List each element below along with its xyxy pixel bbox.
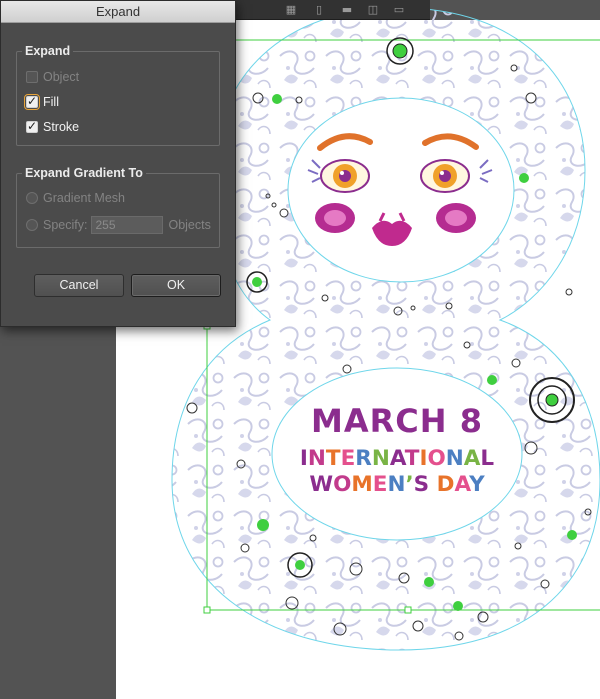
- top-toolbar: ▦ ▯ ▬ ◫ ▭: [236, 0, 430, 20]
- page-icon[interactable]: ▯: [312, 3, 326, 16]
- gradient-mesh-option: Gradient Mesh: [26, 191, 125, 205]
- gradient-group: [16, 173, 220, 248]
- face-oval[interactable]: [287, 97, 515, 283]
- gradient-mesh-radio: [26, 192, 38, 204]
- cancel-button[interactable]: Cancel: [34, 274, 124, 297]
- specify-option: Specify: 255 Objects: [26, 216, 211, 234]
- trash-icon[interactable]: ▭: [392, 3, 406, 16]
- stroke-label[interactable]: Stroke: [43, 120, 79, 134]
- specify-radio: [26, 219, 38, 231]
- object-option: Object: [26, 70, 79, 84]
- grid-icon[interactable]: ▦: [284, 3, 298, 16]
- fill-option[interactable]: Fill: [24, 94, 59, 110]
- specify-label: Specify:: [43, 218, 88, 232]
- gradient-mesh-label: Gradient Mesh: [43, 191, 125, 205]
- specify-objects-input: 255: [91, 216, 164, 234]
- layers-icon[interactable]: ◫: [366, 3, 380, 16]
- ok-button[interactable]: OK: [131, 274, 221, 297]
- headline-line1: MARCH 8: [311, 402, 483, 440]
- stroke-checkbox[interactable]: [26, 119, 38, 133]
- stroke-option[interactable]: Stroke: [26, 119, 79, 134]
- headline: MARCH 8 INTERNATIONAL WOMEN’S DAY: [272, 402, 522, 498]
- expand-dialog: Expand Expand Object Fill Stroke Expand …: [0, 0, 236, 327]
- fill-checkbox[interactable]: [24, 94, 40, 110]
- gradient-group-title: Expand Gradient To: [22, 166, 146, 180]
- objects-label: Objects: [168, 218, 211, 232]
- expand-group-title: Expand: [22, 44, 74, 58]
- object-checkbox: [26, 71, 38, 83]
- headline-line3: WOMEN’S DAY: [309, 472, 485, 497]
- dialog-title[interactable]: Expand: [1, 1, 235, 23]
- fill-label[interactable]: Fill: [43, 95, 59, 109]
- headline-line2: INTERNATIONAL: [299, 446, 495, 471]
- folder-icon[interactable]: ▬: [340, 3, 354, 16]
- object-label: Object: [43, 70, 80, 84]
